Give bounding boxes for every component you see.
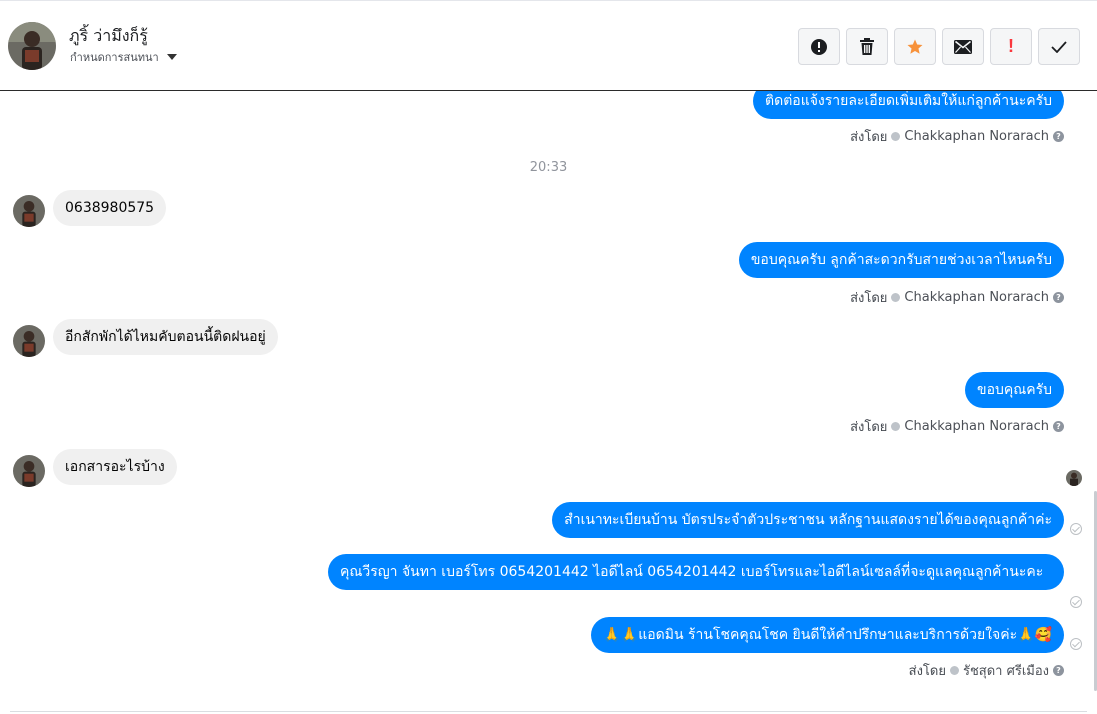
assign-label: กำหนดการสนทนา [70, 51, 159, 64]
contact-avatar-small [13, 325, 45, 357]
sent-by-label: ส่งโดย Chakkaphan Norarach ? [850, 287, 1064, 308]
star-icon [907, 39, 923, 54]
delivered-check-icon [1070, 596, 1082, 608]
report-button[interactable] [798, 28, 840, 65]
timestamp: 20:33 [529, 160, 568, 175]
mark-unread-button[interactable] [942, 28, 984, 65]
star-button[interactable] [894, 28, 936, 65]
message-thread[interactable]: ติดต่อแจ้งรายละเอียดเพิ่มเติมให้แก่ลูกค้… [0, 91, 1097, 714]
message-outgoing[interactable]: ขอบคุณครับ ลูกค้าสะดวกรับสายช่วงเวลาไหนค… [738, 242, 1064, 278]
trash-icon [860, 37, 874, 55]
message-incoming[interactable]: เอกสารอะไรบ้าง [53, 449, 177, 485]
exclamation-icon: ! [1008, 36, 1014, 56]
help-icon[interactable]: ? [1053, 131, 1064, 142]
message-outgoing[interactable]: สำเนาทะเบียนบ้าน บัตรประจำตัวประชาชน หลั… [552, 502, 1064, 538]
report-icon [811, 38, 827, 55]
contact-name[interactable]: ภูริ้ ว่ามึงก็รู้ [69, 24, 148, 49]
checkmark-icon [1051, 40, 1067, 53]
message-outgoing[interactable]: 🙏🙏แอดมิน ร้านโชคคุณโชค ยินดีให้คำปรึกษาแ… [591, 617, 1064, 653]
message-incoming[interactable]: อีกสักพักได้ไหมคับตอนนี้ติดฝนอยู่ [53, 319, 278, 355]
verified-icon [949, 666, 959, 675]
delete-button[interactable] [846, 28, 888, 65]
message-outgoing[interactable]: ติดต่อแจ้งรายละเอียดเพิ่มเติมให้แก่ลูกค้… [753, 91, 1064, 119]
help-icon[interactable]: ? [1053, 292, 1064, 303]
seen-receipt-avatar [1066, 470, 1082, 486]
assign-conversation-dropdown[interactable]: กำหนดการสนทนา [70, 48, 177, 66]
delivered-check-icon [1070, 638, 1082, 650]
composer-divider [10, 711, 1087, 712]
message-outgoing[interactable]: ขอบคุณครับ [965, 372, 1064, 408]
help-icon[interactable]: ? [1053, 421, 1064, 432]
verified-icon [891, 132, 901, 141]
contact-avatar-small [13, 195, 45, 227]
help-icon[interactable]: ? [1053, 665, 1064, 676]
sent-by-label: ส่งโดย รัชสุดา ศรีเมือง ? [909, 660, 1064, 681]
conversation-header: ภูริ้ ว่ามึงก็รู้ กำหนดการสนทนา ! [0, 0, 1097, 91]
verified-icon [891, 293, 901, 302]
verified-icon [891, 422, 901, 431]
sent-by-label: ส่งโดย Chakkaphan Norarach ? [850, 416, 1064, 437]
contact-avatar-small [13, 455, 45, 487]
contact-avatar[interactable] [8, 22, 56, 70]
conversation-toolbar: ! [798, 28, 1080, 65]
message-outgoing[interactable]: คุณวีรญา จันทา เบอร์โทร 0654201442 ไอดีไ… [328, 554, 1064, 590]
delivered-check-icon [1070, 523, 1082, 535]
caret-down-icon [166, 54, 177, 60]
envelope-icon [954, 39, 972, 54]
message-incoming[interactable]: 0638980575 [53, 190, 167, 226]
mark-done-button[interactable] [1038, 28, 1080, 65]
spam-button[interactable]: ! [990, 28, 1032, 65]
sent-by-label: ส่งโดย Chakkaphan Norarach ? [850, 126, 1064, 147]
